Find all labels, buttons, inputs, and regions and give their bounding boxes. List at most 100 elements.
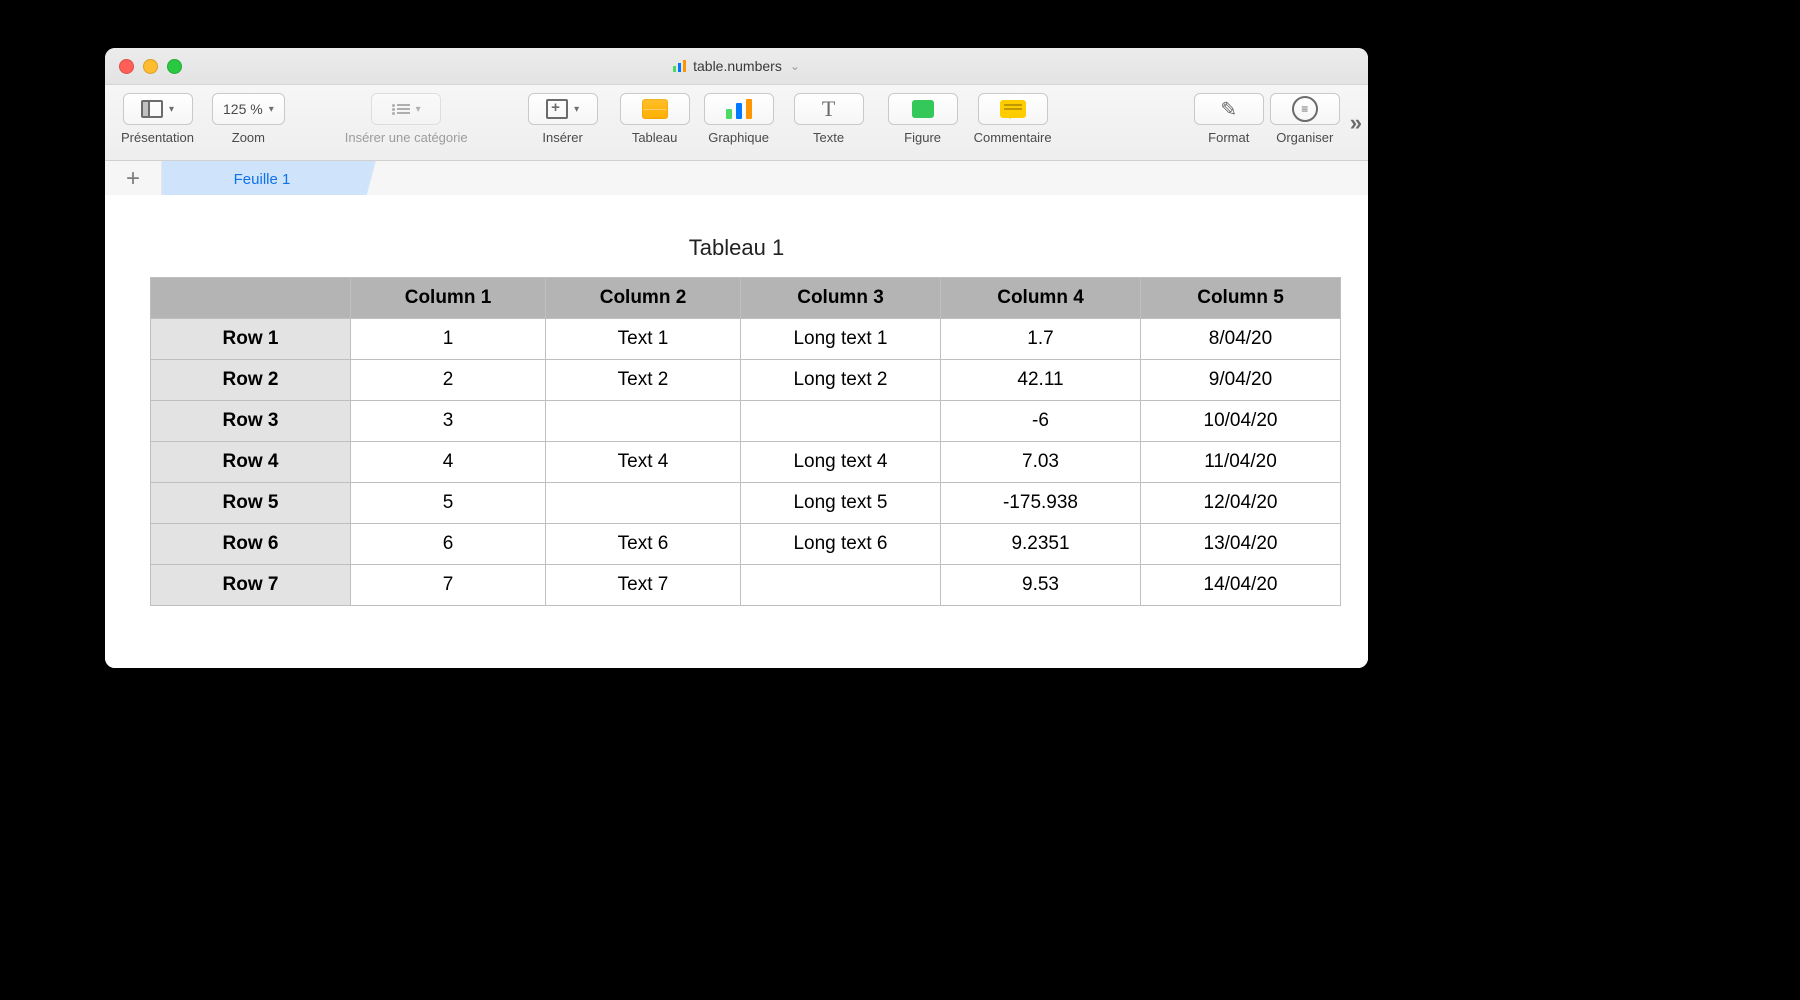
row-header[interactable]: Row 7	[151, 565, 351, 606]
cell[interactable]: 9/04/20	[1141, 360, 1341, 401]
cell[interactable]: Text 6	[546, 524, 741, 565]
chevron-right-icon: »	[1350, 110, 1362, 136]
insert-category-label: Insérer une catégorie	[345, 130, 468, 145]
cell[interactable]: 11/04/20	[1141, 442, 1341, 483]
sheet-tab-active[interactable]: Feuille 1	[162, 161, 362, 197]
toolbar-text: T Texte	[794, 85, 864, 145]
data-table[interactable]: Column 1 Column 2 Column 3 Column 4 Colu…	[150, 277, 1341, 606]
organize-button[interactable]: ≡	[1270, 93, 1340, 125]
table-row: Row 66Text 6Long text 69.235113/04/20	[151, 524, 1341, 565]
insert-icon	[546, 99, 568, 119]
text-button[interactable]: T	[794, 93, 864, 125]
chevron-down-icon: ▾	[169, 104, 174, 115]
cell[interactable]: Text 1	[546, 319, 741, 360]
close-icon[interactable]	[119, 59, 134, 74]
toolbar-zoom: 125 % ▾ Zoom	[212, 85, 285, 145]
list-icon	[392, 102, 410, 116]
cell[interactable]	[741, 401, 941, 442]
cell[interactable]: Long text 4	[741, 442, 941, 483]
column-header[interactable]: Column 3	[741, 278, 941, 319]
insert-category-button[interactable]: ▾	[371, 93, 441, 125]
app-window: table.numbers ⌄ ▾ Présentation 125 % ▾ Z…	[105, 48, 1368, 668]
table-corner-cell[interactable]	[151, 278, 351, 319]
row-header[interactable]: Row 3	[151, 401, 351, 442]
view-label: Présentation	[121, 130, 194, 145]
cell[interactable]: 10/04/20	[1141, 401, 1341, 442]
table-button[interactable]	[620, 93, 690, 125]
sheet-tab-label: Feuille 1	[234, 171, 291, 188]
cell[interactable]: Text 2	[546, 360, 741, 401]
table-row: Row 22Text 2Long text 242.119/04/20	[151, 360, 1341, 401]
cell[interactable]: Long text 6	[741, 524, 941, 565]
format-label: Format	[1208, 130, 1249, 145]
paintbrush-icon: ✎	[1220, 97, 1237, 122]
row-header[interactable]: Row 6	[151, 524, 351, 565]
row-header[interactable]: Row 2	[151, 360, 351, 401]
shape-label: Figure	[904, 130, 941, 145]
cell[interactable]: Long text 1	[741, 319, 941, 360]
table-row: Row 77Text 7 9.5314/04/20	[151, 565, 1341, 606]
column-header[interactable]: Column 1	[351, 278, 546, 319]
chart-label: Graphique	[708, 130, 769, 145]
cell[interactable]: 14/04/20	[1141, 565, 1341, 606]
text-label: Texte	[813, 130, 844, 145]
cell[interactable]	[546, 401, 741, 442]
minimize-icon[interactable]	[143, 59, 158, 74]
cell[interactable]: 7	[351, 565, 546, 606]
cell[interactable]: Text 7	[546, 565, 741, 606]
cell[interactable]	[546, 483, 741, 524]
cell[interactable]: 7.03	[941, 442, 1141, 483]
cell[interactable]: 1	[351, 319, 546, 360]
cell[interactable]: 42.11	[941, 360, 1141, 401]
row-header[interactable]: Row 4	[151, 442, 351, 483]
cell[interactable]: 1.7	[941, 319, 1141, 360]
cell[interactable]: 9.2351	[941, 524, 1141, 565]
comment-button[interactable]	[978, 93, 1048, 125]
cell[interactable]	[741, 565, 941, 606]
chevron-down-icon: ⌄	[790, 59, 800, 73]
maximize-icon[interactable]	[167, 59, 182, 74]
cell[interactable]: 13/04/20	[1141, 524, 1341, 565]
comment-icon	[1000, 100, 1026, 118]
row-header[interactable]: Row 5	[151, 483, 351, 524]
cell[interactable]: 4	[351, 442, 546, 483]
cell[interactable]: -6	[941, 401, 1141, 442]
toolbar-more[interactable]: »	[1350, 110, 1368, 136]
cell[interactable]: 12/04/20	[1141, 483, 1341, 524]
table-row: Row 33 -610/04/20	[151, 401, 1341, 442]
column-header[interactable]: Column 4	[941, 278, 1141, 319]
column-header[interactable]: Column 5	[1141, 278, 1341, 319]
shape-button[interactable]	[888, 93, 958, 125]
cell[interactable]: 3	[351, 401, 546, 442]
cell[interactable]: 2	[351, 360, 546, 401]
cell[interactable]: Long text 5	[741, 483, 941, 524]
toolbar-insert: ▾ Insérer	[528, 85, 598, 145]
zoom-button[interactable]: 125 % ▾	[212, 93, 285, 125]
insert-label: Insérer	[542, 130, 582, 145]
toolbar-table: Tableau	[620, 85, 690, 145]
cell[interactable]: 5	[351, 483, 546, 524]
window-title[interactable]: table.numbers ⌄	[673, 58, 800, 74]
chart-button[interactable]	[704, 93, 774, 125]
cell[interactable]: 6	[351, 524, 546, 565]
comment-label: Commentaire	[974, 130, 1052, 145]
view-button[interactable]: ▾	[123, 93, 193, 125]
table-title[interactable]: Tableau 1	[105, 235, 1368, 261]
cell[interactable]: Long text 2	[741, 360, 941, 401]
add-sheet-button[interactable]: +	[105, 161, 162, 197]
column-header[interactable]: Column 2	[546, 278, 741, 319]
toolbar-view: ▾ Présentation	[121, 85, 194, 145]
organize-label: Organiser	[1276, 130, 1333, 145]
sheet-canvas[interactable]: Tableau 1 Column 1 Column 2 Column 3 Col…	[105, 195, 1368, 668]
sidebar-layout-icon	[141, 100, 163, 118]
cell[interactable]: 8/04/20	[1141, 319, 1341, 360]
cell[interactable]: -175.938	[941, 483, 1141, 524]
format-button[interactable]: ✎	[1194, 93, 1264, 125]
toolbar-chart: Graphique	[704, 85, 774, 145]
insert-button[interactable]: ▾	[528, 93, 598, 125]
cell[interactable]: Text 4	[546, 442, 741, 483]
numbers-app-icon	[673, 60, 687, 72]
cell[interactable]: 9.53	[941, 565, 1141, 606]
row-header[interactable]: Row 1	[151, 319, 351, 360]
chart-icon	[726, 99, 752, 119]
